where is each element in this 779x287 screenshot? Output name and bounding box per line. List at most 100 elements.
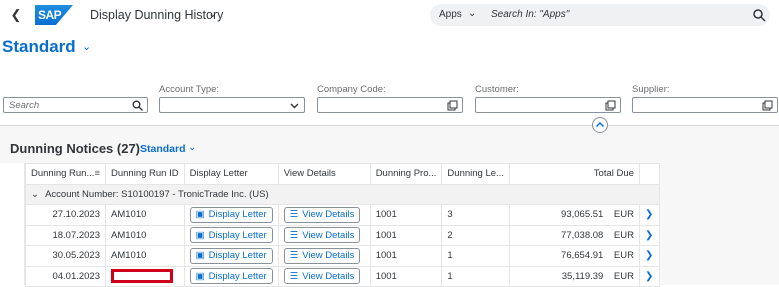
cell-run-id: AM1010 — [105, 204, 185, 226]
view-details-button[interactable]: ☰ View Details — [283, 268, 361, 285]
table-variant[interactable]: Standard — [140, 143, 186, 155]
chevron-down-icon[interactable]: ⌄ — [188, 142, 196, 153]
table-row[interactable]: 30.05.2023 AM1010 ▣ Display Letter ☰ View … — [25, 245, 660, 267]
shell-search[interactable]: Apps ⌄ Search In: "Apps" — [430, 4, 770, 26]
letter-icon: ▣ — [195, 229, 205, 241]
search-input[interactable]: Search — [3, 97, 148, 113]
chevron-right-icon[interactable]: ❯ — [645, 230, 653, 241]
cell-date: 27.10.2023 — [25, 204, 106, 226]
group-row[interactable]: ⌄ Account Number: S10100197 - TronicTrad… — [25, 183, 660, 205]
cell-run-id — [105, 265, 185, 287]
view-details-button[interactable]: ☰ View Details — [283, 227, 361, 244]
table-header-row: Dunning Run... ≡ Dunning Run ID Display … — [25, 163, 660, 185]
chevron-down-icon[interactable]: ⌄ — [82, 40, 91, 53]
app-title[interactable]: Display Dunning History — [90, 8, 223, 22]
letter-icon: ▣ — [195, 209, 205, 221]
supplier-label: Supplier: — [632, 84, 670, 95]
button-label: View Details — [302, 229, 355, 241]
chevron-right-icon[interactable]: ❯ — [645, 250, 653, 261]
cell-level: 1 — [441, 265, 510, 287]
cell-date: 04.01.2023 — [25, 265, 106, 287]
search-icon[interactable] — [752, 8, 766, 22]
details-icon: ☰ — [289, 270, 299, 282]
highlight-box — [111, 269, 173, 284]
row-selector-column — [0, 163, 25, 285]
button-label: Display Letter — [208, 270, 267, 282]
cell-total: 77,038.08 EUR — [508, 224, 640, 246]
cell-level: 2 — [441, 224, 510, 246]
column-total-due[interactable]: Total Due — [508, 163, 640, 185]
chevron-down-icon[interactable]: ⌄ — [468, 8, 476, 19]
sort-icon[interactable]: ≡ — [94, 168, 100, 179]
company-code-field[interactable] — [317, 97, 463, 113]
account-type-label: Account Type: — [159, 84, 220, 95]
button-label: View Details — [302, 209, 355, 221]
cell-level: 1 — [441, 245, 510, 267]
cell-procedure: 1001 — [369, 265, 443, 287]
table-row[interactable]: 04.01.2023 ▣ Display Letter ☰ View Details… — [25, 265, 660, 287]
cell-procedure: 1001 — [369, 245, 443, 267]
shell-search-input[interactable]: Search In: "Apps" — [491, 9, 569, 20]
dunning-table: Dunning Run... ≡ Dunning Run ID Display … — [25, 163, 660, 287]
search-scope[interactable]: Apps — [439, 9, 462, 20]
display-letter-button[interactable]: ▣ Display Letter — [189, 247, 273, 264]
cell-procedure: 1001 — [369, 224, 443, 246]
display-letter-button[interactable]: ▣ Display Letter — [189, 206, 273, 223]
button-label: Display Letter — [208, 250, 267, 262]
cell-total: 93,065.51 EUR — [508, 204, 640, 226]
value-help-icon[interactable] — [605, 100, 616, 111]
column-dunning-run-date[interactable]: Dunning Run... ≡ — [25, 163, 106, 185]
cell-run-id: AM1010 — [105, 224, 185, 246]
customer-field[interactable] — [475, 97, 621, 113]
company-code-label: Company Code: — [317, 84, 386, 95]
chevron-right-icon[interactable]: ❯ — [645, 209, 653, 220]
back-icon[interactable]: ❮ — [8, 6, 24, 24]
details-icon: ☰ — [289, 209, 299, 221]
chevron-down-icon[interactable]: ⌄ — [208, 7, 217, 20]
button-label: View Details — [302, 270, 355, 282]
variant-title[interactable]: Standard — [2, 37, 76, 57]
display-letter-button[interactable]: ▣ Display Letter — [189, 268, 273, 285]
chevron-up-icon[interactable] — [593, 118, 607, 132]
column-dunning-level[interactable]: Dunning Le... — [441, 163, 510, 185]
collapse-group-icon[interactable]: ⌄ — [31, 189, 39, 200]
table-title: Dunning Notices (27) — [10, 141, 141, 156]
table-row[interactable]: 27.10.2023 AM1010 ▣ Display Letter ☰ View … — [25, 204, 660, 226]
cell-date: 30.05.2023 — [25, 245, 106, 267]
letter-icon: ▣ — [195, 250, 205, 262]
column-nav — [638, 163, 660, 185]
account-type-select[interactable] — [159, 97, 305, 113]
column-display-letter[interactable]: Display Letter — [183, 163, 279, 185]
column-view-details[interactable]: View Details — [277, 163, 371, 185]
cell-procedure: 1001 — [369, 204, 443, 226]
cell-level: 3 — [441, 204, 510, 226]
details-icon: ☰ — [289, 229, 299, 241]
customer-label: Customer: — [475, 84, 519, 95]
table-row[interactable]: 18.07.2023 AM1010 ▣ Display Letter ☰ View … — [25, 224, 660, 246]
column-dunning-run-id[interactable]: Dunning Run ID — [105, 163, 185, 185]
column-label: Dunning Run... — [31, 168, 95, 180]
button-label: Display Letter — [208, 229, 267, 241]
cell-run-id: AM1010 — [105, 245, 185, 267]
value-help-icon[interactable] — [762, 100, 773, 111]
supplier-field[interactable] — [632, 97, 778, 113]
view-details-button[interactable]: ☰ View Details — [283, 206, 361, 223]
button-label: View Details — [302, 250, 355, 262]
view-details-button[interactable]: ☰ View Details — [283, 247, 361, 264]
chevron-down-icon[interactable] — [289, 100, 300, 111]
letter-icon: ▣ — [195, 270, 205, 282]
button-label: Display Letter — [208, 209, 267, 221]
shell-bar: ❮ SAP Display Dunning History ⌄ Apps ⌄ S… — [0, 0, 779, 30]
sap-logo[interactable]: SAP — [35, 5, 73, 25]
cell-total: 76,654.91 EUR — [508, 245, 640, 267]
search-icon[interactable] — [132, 100, 143, 111]
column-dunning-procedure[interactable]: Dunning Pro... — [369, 163, 443, 185]
cell-total: 35,119.39 EUR — [508, 265, 640, 287]
chevron-right-icon[interactable]: ❯ — [645, 271, 653, 282]
display-letter-button[interactable]: ▣ Display Letter — [189, 227, 273, 244]
details-icon: ☰ — [289, 250, 299, 262]
value-help-icon[interactable] — [447, 100, 458, 111]
collapse-header-button[interactable] — [592, 117, 608, 133]
variant-modified-marker: * — [71, 39, 75, 49]
search-placeholder: Search — [9, 100, 40, 111]
